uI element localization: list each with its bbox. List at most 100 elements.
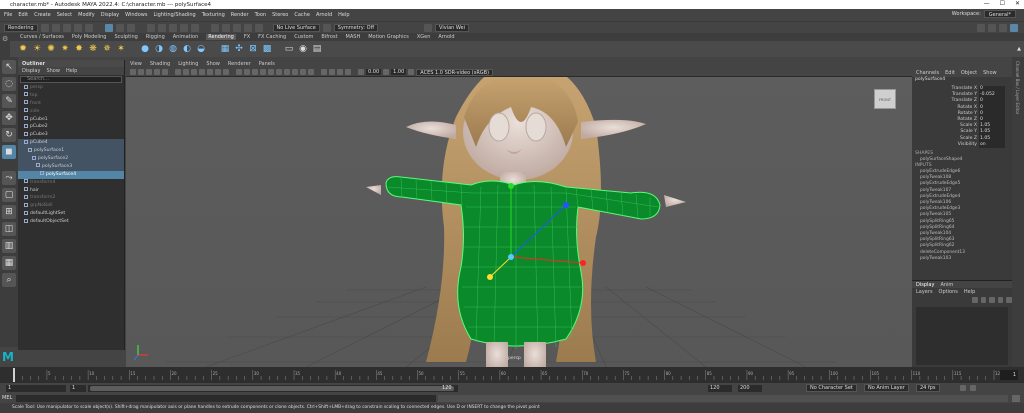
end-frame-field[interactable]: 200: [738, 385, 762, 392]
phong-icon[interactable]: ◒: [196, 44, 206, 54]
workspace-dropdown[interactable]: General*: [983, 10, 1016, 18]
modeling-toolkit-icon[interactable]: [977, 23, 985, 32]
outliner-item[interactable]: persp: [18, 84, 124, 92]
select-object-icon[interactable]: [115, 23, 124, 32]
cb-menu-edit[interactable]: Edit: [945, 70, 955, 76]
shelf-tab-xgen[interactable]: XGen: [417, 34, 431, 40]
camera-attributes-icon[interactable]: [130, 69, 136, 75]
symmetry-dropdown[interactable]: Symmetry: Off: [333, 23, 379, 32]
grease-pencil-icon[interactable]: [162, 69, 168, 75]
field-chart-icon[interactable]: [207, 69, 213, 75]
gate-mask-icon[interactable]: [199, 69, 205, 75]
snap-grid-icon[interactable]: [146, 23, 155, 32]
viewport-menu-show[interactable]: Show: [206, 61, 220, 67]
shelf-tab-fx[interactable]: FX: [244, 34, 250, 40]
color-management-icon[interactable]: [408, 69, 415, 75]
outliner-search-input[interactable]: Search...: [20, 76, 122, 83]
user-icon[interactable]: [424, 23, 433, 32]
menu-stereo[interactable]: Stereo: [272, 12, 288, 18]
motion-blur-icon[interactable]: [300, 69, 306, 75]
shelf-tab-curves[interactable]: Curves / Surfaces: [20, 34, 64, 40]
move-tool-icon[interactable]: ✥: [2, 111, 16, 125]
menu-file[interactable]: File: [4, 12, 12, 18]
shelf-tab-rendering[interactable]: Rendering: [206, 34, 236, 40]
directional-light-icon[interactable]: ✺: [46, 44, 56, 54]
wireframe-on-shaded-icon[interactable]: [260, 69, 266, 75]
open-scene-icon[interactable]: [51, 23, 60, 32]
layer-move-up-icon[interactable]: [989, 297, 995, 303]
outliner-item[interactable]: defaultObjectSet: [18, 218, 124, 226]
lambert-icon[interactable]: ◍: [168, 44, 178, 54]
3d-viewport[interactable]: FRONT persp: [126, 77, 912, 367]
render-view-icon[interactable]: ▭: [284, 44, 294, 54]
menu-texturing[interactable]: Texturing: [202, 12, 225, 18]
shelf-tab-arnold[interactable]: Arnold: [438, 34, 454, 40]
menu-modify[interactable]: Modify: [78, 12, 95, 18]
magnet-icon[interactable]: [322, 23, 331, 32]
viewport-menu-view[interactable]: View: [130, 61, 142, 67]
inner-end-field[interactable]: 120: [708, 385, 732, 392]
outliner-menu-display[interactable]: Display: [22, 68, 40, 74]
cb-menu-object[interactable]: Object: [961, 70, 977, 76]
xray-components-icon[interactable]: [345, 69, 351, 75]
channel-box-icon[interactable]: [1010, 23, 1018, 32]
wireframe-icon[interactable]: [236, 69, 242, 75]
select-component-icon[interactable]: [126, 23, 135, 32]
menu-toon[interactable]: Toon: [255, 12, 267, 18]
use-all-lights-icon[interactable]: [276, 69, 282, 75]
xray-icon[interactable]: [329, 69, 335, 75]
grid-toggle-icon[interactable]: [175, 69, 181, 75]
close-button[interactable]: ✕: [1015, 0, 1020, 7]
minimize-button[interactable]: —: [984, 0, 990, 7]
cb-input-node[interactable]: polyTweak103: [912, 256, 1012, 262]
shelf-tab-bifrost[interactable]: Bifrost: [321, 34, 337, 40]
search-icon[interactable]: ⌕: [2, 273, 16, 287]
shelf-tab-fx-caching[interactable]: FX Caching: [258, 34, 286, 40]
attribute-editor-icon[interactable]: [988, 23, 996, 32]
snap-point-icon[interactable]: [168, 23, 177, 32]
command-input[interactable]: [16, 395, 436, 402]
isolate-select-icon[interactable]: [321, 69, 327, 75]
outliner-item[interactable]: pCube2: [18, 123, 124, 131]
smooth-shade-icon[interactable]: [244, 69, 250, 75]
layout-graph-icon[interactable]: ▦: [2, 256, 16, 270]
channel-box-vertical-tab[interactable]: Channel Box / Layer Editor: [1015, 61, 1020, 114]
ambient-light-icon[interactable]: ☀: [32, 44, 42, 54]
cb-attribute-row[interactable]: Visibility on: [912, 141, 1012, 148]
layout-single-icon[interactable]: ▢: [2, 188, 16, 202]
outliner-item[interactable]: transform4: [18, 179, 124, 187]
menu-lighting-shading[interactable]: Lighting/Shading: [153, 12, 195, 18]
anti-aliasing-icon[interactable]: [308, 69, 314, 75]
view-transform-dropdown[interactable]: ACES 1.0 SDR-video (sRGB): [416, 68, 494, 76]
fps-dropdown[interactable]: 24 fps: [916, 384, 940, 392]
sky-light-icon[interactable]: ✶: [116, 44, 126, 54]
character-set-dropdown[interactable]: No Character Set: [806, 384, 857, 392]
render-frame-icon[interactable]: [221, 23, 230, 32]
crossed-grid-icon[interactable]: ⊠: [248, 44, 258, 54]
new-scene-icon[interactable]: [40, 23, 49, 32]
film-gate-icon[interactable]: [183, 69, 189, 75]
layer-move-down-icon[interactable]: [997, 297, 1004, 303]
image-plane-icon[interactable]: [146, 69, 152, 75]
menu-cache[interactable]: Cache: [294, 12, 310, 18]
shelf-tab-mash[interactable]: MASH: [346, 34, 361, 40]
safe-title-icon[interactable]: [223, 69, 229, 75]
cb-attribute-value[interactable]: on: [979, 141, 1005, 148]
volume-light-icon[interactable]: ✵: [102, 44, 112, 54]
menu-windows[interactable]: Windows: [125, 12, 147, 18]
outliner-item[interactable]: polySurface1: [18, 147, 124, 156]
render-settings-icon[interactable]: [243, 23, 252, 32]
layer-tab-anim[interactable]: Anim: [940, 282, 953, 288]
point-light-icon[interactable]: ✷: [60, 44, 70, 54]
mel-label[interactable]: MEL: [2, 395, 12, 401]
gear-icon[interactable]: ⚙: [0, 33, 10, 45]
history-icon[interactable]: [210, 23, 219, 32]
outliner-item[interactable]: hair: [18, 187, 124, 195]
shelf-tab-poly-modeling[interactable]: Poly Modeling: [72, 34, 107, 40]
safe-action-icon[interactable]: [215, 69, 221, 75]
layout-four-icon[interactable]: ⊞: [2, 205, 16, 219]
xray-joints-icon[interactable]: [337, 69, 343, 75]
range-slider[interactable]: 120: [88, 385, 458, 392]
menu-create[interactable]: Create: [34, 12, 51, 18]
layer-list[interactable]: [916, 307, 1008, 365]
